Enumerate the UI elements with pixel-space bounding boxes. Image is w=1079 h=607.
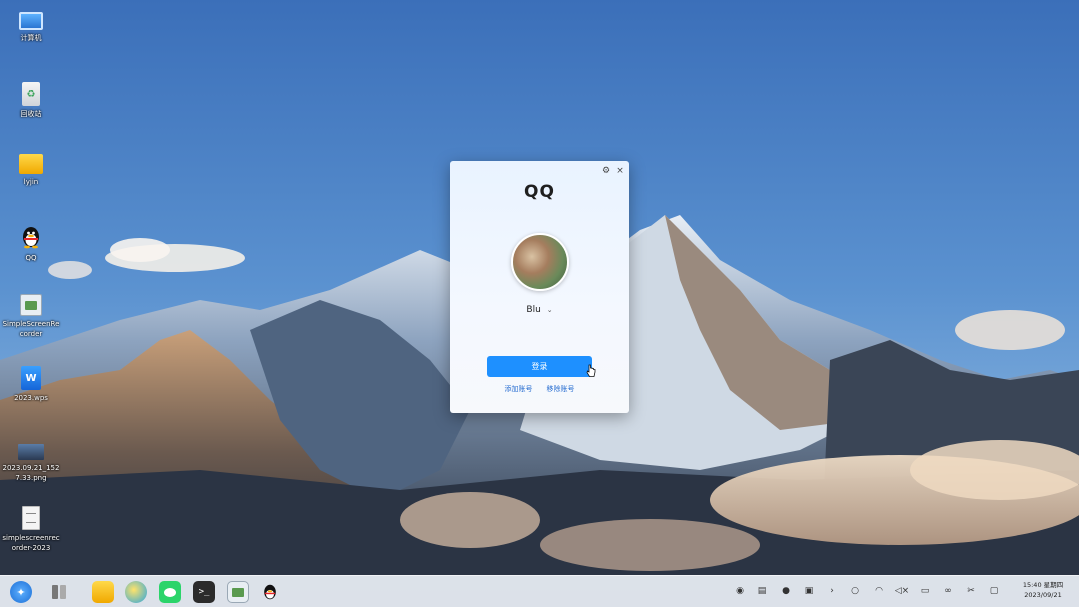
trash-icon: ♻ [22, 82, 40, 106]
mute-icon[interactable]: ◁× [895, 584, 909, 598]
computer-icon [19, 12, 43, 30]
account-name: Blu [526, 305, 541, 315]
search-icon[interactable]: ○ [848, 584, 862, 598]
desktop-icon-text-file[interactable]: simplescreenrecorder-2023 [2, 506, 60, 553]
expand-arrow-icon[interactable]: › [825, 584, 839, 598]
clock-date: 2023/09/21 [1024, 591, 1062, 599]
add-account-link[interactable]: 添加账号 [505, 384, 533, 394]
multitask-view-icon[interactable] [48, 581, 70, 603]
desktop-icon-label: SimpleScreenRecorder [2, 320, 60, 338]
close-button[interactable]: × [614, 165, 626, 177]
clock-time: 15:40 星期四 [1022, 581, 1064, 589]
desktop-icon-computer[interactable]: 计算机 [2, 12, 60, 43]
desktop-icon-image[interactable]: 2023.09.21_1527.33.png [2, 444, 60, 483]
desktop-icon-screen-recorder[interactable]: SimpleScreenRecorder [2, 294, 60, 339]
wechat-icon[interactable] [159, 581, 181, 603]
desktop-icon-trash[interactable]: ♻ 回收站 [2, 82, 60, 119]
keyboard-icon[interactable]: ▭ [918, 584, 932, 598]
desktop-icon-label: simplescreenrecorder-2023 [2, 534, 60, 552]
browser-icon[interactable] [125, 581, 147, 603]
desktop-icon-qq[interactable]: QQ [2, 224, 60, 263]
scissors-icon[interactable]: ✂ [964, 584, 978, 598]
gear-icon[interactable]: ⚙ [600, 165, 612, 177]
qq-login-window: ⚙ × QQ Blu ⌄ 登录 添加账号 移除账号 [450, 161, 629, 413]
text-file-icon [22, 506, 40, 530]
launcher-icon[interactable]: ✦ [10, 581, 32, 603]
desktop-icon-wps[interactable]: W 2023.wps [2, 366, 60, 403]
screenshot-icon[interactable]: ▣ [802, 584, 816, 598]
desktop-icon-label: 2023.09.21_1527.33.png [2, 464, 60, 482]
desktop-icon-label: 计算机 [20, 34, 42, 42]
image-file-icon [18, 444, 44, 460]
desktop-icon-label: 2023.wps [14, 394, 48, 402]
remove-account-link[interactable]: 移除账号 [547, 384, 575, 394]
window-title: QQ [524, 182, 555, 202]
desktop-icons: 计算机 ♻ 回收站 lyjin QQ SimpleScreenRecorder [0, 0, 62, 570]
color-picker-icon[interactable]: ◉ [733, 584, 747, 598]
qq-tray-icon[interactable]: ● [779, 584, 793, 598]
folder-icon [19, 154, 43, 174]
desktop-icon-label: lyjin [23, 178, 39, 186]
file-manager-icon[interactable] [92, 581, 114, 603]
chevron-down-icon: ⌄ [546, 306, 553, 314]
account-selector[interactable]: Blu ⌄ [450, 305, 629, 315]
hand-cursor-icon [586, 364, 596, 377]
desktop-icon-label: QQ [25, 254, 37, 262]
avatar[interactable] [511, 233, 569, 291]
login-button[interactable]: 登录 [487, 356, 592, 377]
wifi-icon[interactable]: ◠ [872, 584, 886, 598]
taskbar-clock[interactable]: 15:40 星期四 2023/09/21 [1012, 580, 1074, 600]
terminal-icon[interactable]: >_ [193, 581, 215, 603]
link-icon[interactable]: ∞ [941, 584, 955, 598]
screen-recorder-icon[interactable] [227, 581, 249, 603]
taskbar: ✦ >_ ◉ ▤ ● ▣ › ○ ◠ ◁× ▭ ∞ ✂ ▢ 15:40 星期四 … [0, 575, 1079, 607]
account-links: 添加账号 移除账号 [450, 384, 629, 394]
desktop-icon-folder[interactable]: lyjin [2, 154, 60, 187]
clipboard-icon[interactable]: ▤ [755, 584, 769, 598]
qq-penguin-icon[interactable] [259, 581, 281, 603]
notification-icon[interactable]: ▢ [987, 584, 1001, 598]
screen-recorder-icon [20, 294, 42, 316]
qq-penguin-icon [18, 224, 44, 250]
wps-document-icon: W [21, 366, 41, 390]
desktop-icon-label: 回收站 [20, 110, 42, 118]
